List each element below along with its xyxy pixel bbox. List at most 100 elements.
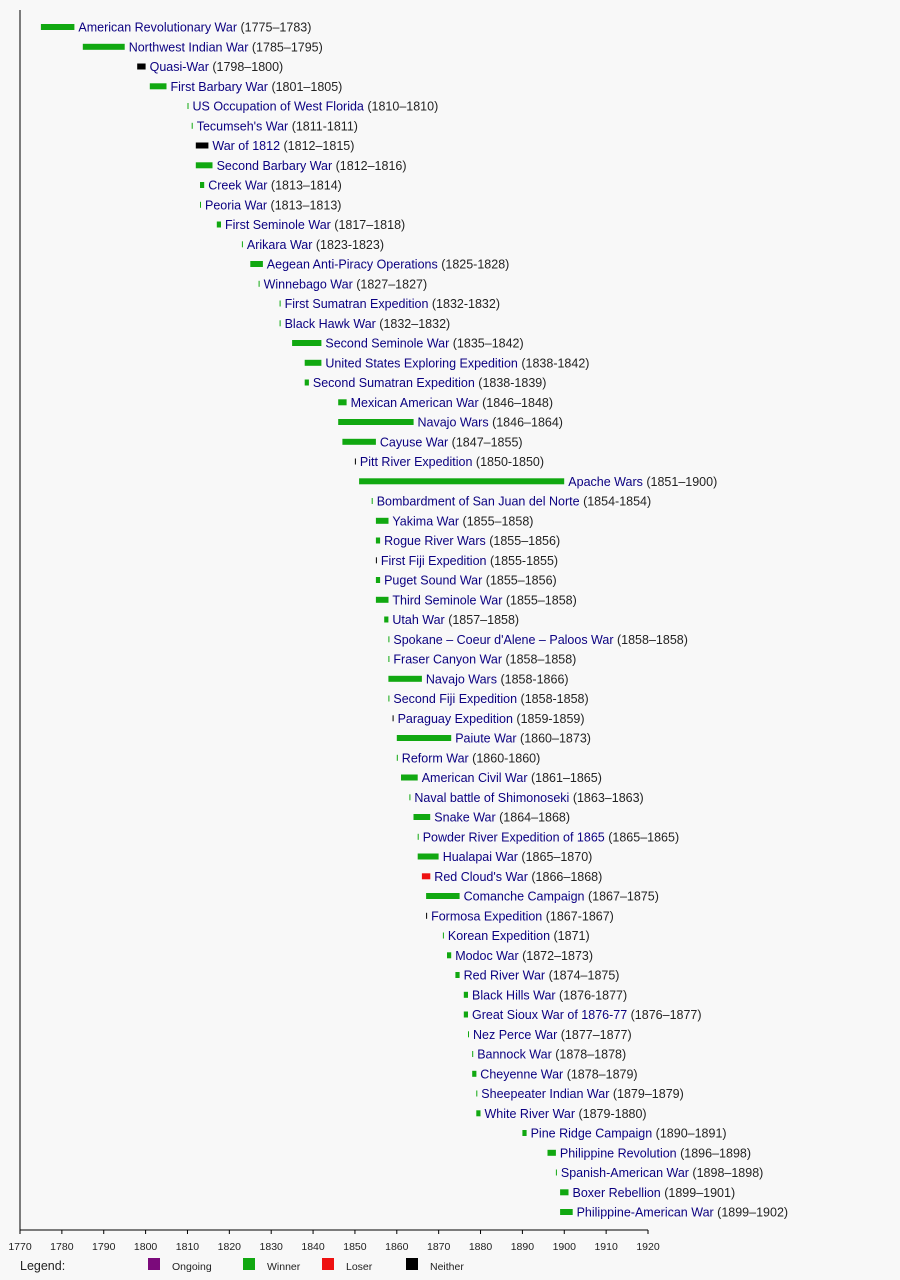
event-name-link[interactable]: Yakima War (392, 514, 459, 528)
event-name-link[interactable]: Aegean Anti-Piracy Operations (267, 258, 438, 272)
event-label[interactable]: Philippine-American War (1899–1902) (577, 1206, 788, 1220)
event-name-link[interactable]: Puget Sound War (384, 574, 482, 588)
event-name-link[interactable]: Red Cloud's War (434, 870, 528, 884)
event-name-link[interactable]: Cayuse War (380, 435, 448, 449)
event-name-link[interactable]: Naval battle of Shimonoseki (414, 791, 569, 805)
event-label[interactable]: Fraser Canyon War (1858–1858) (393, 653, 576, 667)
event-label[interactable]: White River War (1879-1880) (485, 1107, 647, 1121)
event-label[interactable]: Pitt River Expedition (1850-1850) (360, 455, 544, 469)
event-label[interactable]: First Fiji Expedition (1855-1855) (381, 554, 558, 568)
event-label[interactable]: Navajo Wars (1846–1864) (418, 416, 563, 430)
event-label[interactable]: Rogue River Wars (1855–1856) (384, 534, 560, 548)
event-label[interactable]: Second Seminole War (1835–1842) (325, 337, 523, 351)
event-label[interactable]: Second Fiji Expedition (1858-1858) (393, 692, 588, 706)
event-label[interactable]: Quasi-War (1798–1800) (150, 60, 284, 74)
event-label[interactable]: Arikara War (1823-1823) (247, 238, 384, 252)
event-label[interactable]: Reform War (1860-1860) (402, 751, 540, 765)
event-label[interactable]: Paraguay Expedition (1859-1859) (398, 712, 585, 726)
event-name-link[interactable]: Mexican American War (351, 396, 479, 410)
event-name-link[interactable]: White River War (485, 1107, 576, 1121)
event-label[interactable]: Apache Wars (1851–1900) (568, 475, 717, 489)
event-name-link[interactable]: Black Hills War (472, 988, 556, 1002)
event-name-link[interactable]: Creek War (208, 179, 267, 193)
event-label[interactable]: Peoria War (1813–1813) (205, 198, 341, 212)
event-name-link[interactable]: Third Seminole War (392, 593, 502, 607)
event-name-link[interactable]: Pine Ridge Campaign (531, 1127, 653, 1141)
event-name-link[interactable]: Sheepeater Indian War (481, 1087, 609, 1101)
event-name-link[interactable]: US Occupation of West Florida (193, 100, 364, 114)
event-label[interactable]: Yakima War (1855–1858) (392, 514, 533, 528)
event-label[interactable]: Spanish-American War (1898–1898) (561, 1166, 763, 1180)
event-label[interactable]: Puget Sound War (1855–1856) (384, 574, 557, 588)
event-name-link[interactable]: Powder River Expedition of 1865 (423, 830, 605, 844)
event-name-link[interactable]: Philippine-American War (577, 1206, 714, 1220)
event-name-link[interactable]: Cheyenne War (480, 1067, 563, 1081)
event-name-link[interactable]: War of 1812 (212, 139, 280, 153)
event-label[interactable]: Aegean Anti-Piracy Operations (1825-1828… (267, 258, 510, 272)
event-label[interactable]: Sheepeater Indian War (1879–1879) (481, 1087, 683, 1101)
event-name-link[interactable]: Red River War (464, 969, 545, 983)
event-name-link[interactable]: Bombardment of San Juan del Norte (377, 495, 580, 509)
event-label[interactable]: Snake War (1864–1868) (434, 811, 570, 825)
event-label[interactable]: Formosa Expedition (1867-1867) (431, 909, 614, 923)
event-name-link[interactable]: Comanche Campaign (464, 890, 585, 904)
event-name-link[interactable]: Apache Wars (568, 475, 643, 489)
event-label[interactable]: Red Cloud's War (1866–1868) (434, 870, 602, 884)
event-name-link[interactable]: First Sumatran Expedition (285, 297, 429, 311)
event-label[interactable]: First Sumatran Expedition (1832-1832) (285, 297, 500, 311)
event-label[interactable]: First Barbary War (1801–1805) (171, 80, 343, 94)
event-label[interactable]: Creek War (1813–1814) (208, 179, 342, 193)
event-label[interactable]: Red River War (1874–1875) (464, 969, 620, 983)
event-name-link[interactable]: Tecumseh's War (197, 119, 289, 133)
event-name-link[interactable]: Great Sioux War of 1876-77 (472, 1008, 627, 1022)
event-name-link[interactable]: First Fiji Expedition (381, 554, 487, 568)
event-label[interactable]: Nez Perce War (1877–1877) (473, 1028, 632, 1042)
event-label[interactable]: Boxer Rebellion (1899–1901) (573, 1186, 736, 1200)
event-name-link[interactable]: Snake War (434, 811, 495, 825)
event-name-link[interactable]: Paiute War (455, 732, 516, 746)
event-name-link[interactable]: Formosa Expedition (431, 909, 542, 923)
event-name-link[interactable]: American Civil War (422, 771, 528, 785)
event-name-link[interactable]: Spanish-American War (561, 1166, 689, 1180)
event-label[interactable]: Bannock War (1878–1878) (477, 1048, 626, 1062)
event-name-link[interactable]: Arikara War (247, 238, 313, 252)
event-name-link[interactable]: Bannock War (477, 1048, 552, 1062)
event-label[interactable]: Cheyenne War (1878–1879) (480, 1067, 637, 1081)
event-label[interactable]: Korean Expedition (1871) (448, 929, 590, 943)
event-label[interactable]: Naval battle of Shimonoseki (1863–1863) (414, 791, 643, 805)
event-name-link[interactable]: Quasi-War (150, 60, 209, 74)
event-name-link[interactable]: Hualapai War (443, 850, 518, 864)
event-name-link[interactable]: Second Fiji Expedition (393, 692, 517, 706)
event-label[interactable]: Tecumseh's War (1811-1811) (197, 119, 358, 133)
event-name-link[interactable]: Pitt River Expedition (360, 455, 473, 469)
event-label[interactable]: Black Hills War (1876-1877) (472, 988, 627, 1002)
event-label[interactable]: Mexican American War (1846–1848) (351, 396, 553, 410)
event-label[interactable]: Pine Ridge Campaign (1890–1891) (531, 1127, 727, 1141)
event-label[interactable]: American Civil War (1861–1865) (422, 771, 602, 785)
event-name-link[interactable]: Utah War (392, 613, 444, 627)
event-label[interactable]: Comanche Campaign (1867–1875) (464, 890, 659, 904)
event-name-link[interactable]: Northwest Indian War (129, 40, 249, 54)
event-label[interactable]: First Seminole War (1817–1818) (225, 218, 405, 232)
event-name-link[interactable]: Second Sumatran Expedition (313, 376, 475, 390)
event-label[interactable]: Bombardment of San Juan del Norte (1854-… (377, 495, 651, 509)
event-label[interactable]: US Occupation of West Florida (1810–1810… (193, 100, 439, 114)
event-label[interactable]: Paiute War (1860–1873) (455, 732, 591, 746)
event-name-link[interactable]: Rogue River Wars (384, 534, 486, 548)
event-label[interactable]: War of 1812 (1812–1815) (212, 139, 354, 153)
event-label[interactable]: Great Sioux War of 1876-77 (1876–1877) (472, 1008, 702, 1022)
event-name-link[interactable]: Black Hawk War (285, 317, 376, 331)
event-label[interactable]: Second Sumatran Expedition (1838-1839) (313, 376, 547, 390)
event-name-link[interactable]: Nez Perce War (473, 1028, 557, 1042)
event-label[interactable]: Third Seminole War (1855–1858) (392, 593, 576, 607)
event-label[interactable]: American Revolutionary War (1775–1783) (78, 21, 311, 35)
event-label[interactable]: Northwest Indian War (1785–1795) (129, 40, 323, 54)
event-name-link[interactable]: Modoc War (455, 949, 518, 963)
event-name-link[interactable]: Second Seminole War (325, 337, 449, 351)
event-name-link[interactable]: American Revolutionary War (78, 21, 237, 35)
event-name-link[interactable]: United States Exploring Expedition (325, 356, 518, 370)
event-label[interactable]: Hualapai War (1865–1870) (443, 850, 593, 864)
event-name-link[interactable]: Navajo Wars (418, 416, 489, 430)
event-label[interactable]: Black Hawk War (1832–1832) (285, 317, 451, 331)
event-name-link[interactable]: Boxer Rebellion (573, 1186, 661, 1200)
